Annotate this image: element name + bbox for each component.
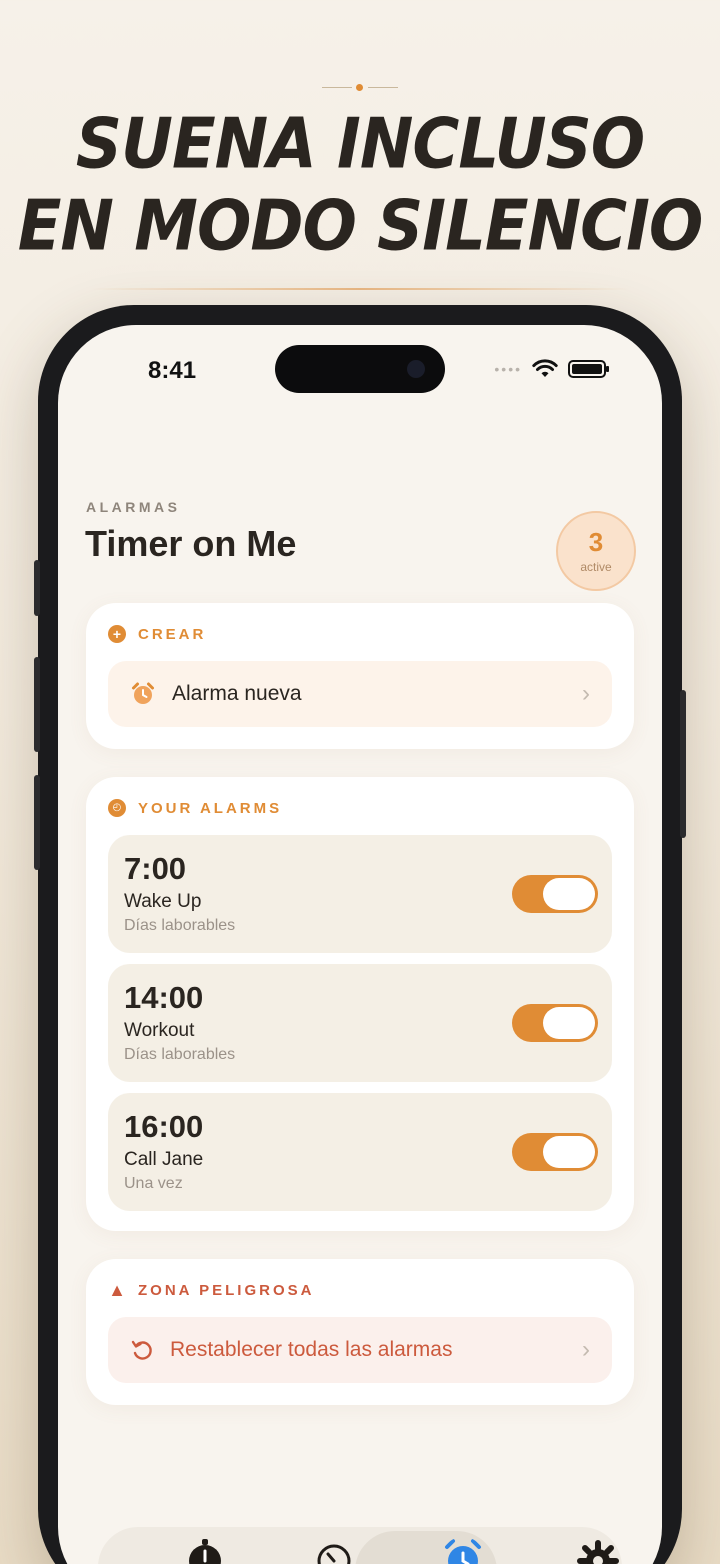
alarm-row[interactable]: 7:00 Wake Up Días laborables [108, 835, 612, 953]
battery-icon [568, 360, 609, 378]
alarm-row[interactable]: 14:00 Workout Días laborables [108, 964, 612, 1082]
alarm-name: Call Jane [124, 1149, 204, 1170]
active-label: active [580, 560, 612, 574]
reset-all-label: Restablecer todas las alarmas [170, 1338, 453, 1361]
create-card-title: CREAR [138, 625, 207, 643]
reset-arrow-icon [131, 1340, 152, 1360]
active-count: 3 [588, 527, 604, 557]
marketing-headline: SUENA INCLUSO EN MODO SILENCIO [0, 104, 720, 268]
active-alarms-badge: 3 active [556, 511, 636, 591]
alarm-toggle[interactable] [512, 1004, 598, 1042]
create-card-header: + CREAR [108, 625, 206, 643]
reset-all-alarms-button[interactable]: Restablecer todas las alarmas › [108, 1317, 612, 1383]
tab-bar [98, 1527, 622, 1564]
alarm-row[interactable]: 16:00 Call Jane Una vez [108, 1093, 612, 1211]
plus-circle-icon: + [108, 625, 126, 643]
danger-zone-card: ▲ ZONA PELIGROSA Restablecer todas las a… [86, 1259, 634, 1405]
new-alarm-button[interactable]: Alarma nueva › [108, 661, 612, 727]
headline-line-2: EN MODO SILENCIO [17, 187, 704, 267]
alarm-time: 7:00 [124, 851, 187, 886]
alarm-toggle[interactable] [512, 875, 598, 913]
headline-line-1: SUENA INCLUSO [75, 105, 645, 185]
danger-card-header: ▲ ZONA PELIGROSA [108, 1281, 314, 1299]
page-title: Timer on Me [85, 523, 297, 564]
timer-icon[interactable] [312, 1537, 356, 1564]
volume-down-button [34, 775, 40, 870]
alarm-repeat: Una vez [124, 1175, 183, 1192]
create-card: + CREAR Alarma nueva › [86, 603, 634, 749]
wifi-icon [532, 359, 558, 377]
alarms-card-title: YOUR ALARMS [138, 799, 283, 817]
chevron-right-icon: › [582, 680, 590, 707]
alarms-card-header: ◴ YOUR ALARMS [108, 799, 282, 817]
alarm-name: Workout [124, 1020, 195, 1041]
warning-triangle-icon: ▲ [108, 1280, 126, 1300]
cellular-signal-icon: •••• [494, 361, 522, 377]
alarm-time: 14:00 [124, 980, 204, 1015]
alarm-clock-icon [132, 682, 154, 704]
phone-frame: 8:41 •••• ALARMAS Timer on Me 3 active +… [34, 305, 686, 1564]
new-alarm-label: Alarma nueva [172, 682, 302, 705]
danger-card-title: ZONA PELIGROSA [138, 1281, 315, 1299]
clock-icon: ◴ [108, 799, 126, 817]
alarm-repeat: Días laborables [124, 1046, 236, 1063]
alarm-time: 16:00 [124, 1109, 204, 1144]
gear-icon[interactable] [576, 1537, 620, 1564]
side-button [680, 690, 686, 838]
alarm-repeat: Días laborables [124, 917, 236, 934]
action-button [34, 560, 40, 616]
volume-up-button [34, 657, 40, 752]
app-screen: 8:41 •••• ALARMAS Timer on Me 3 active +… [58, 325, 662, 1564]
stopwatch-icon[interactable] [183, 1537, 227, 1564]
headline-divider [90, 288, 630, 290]
chevron-right-icon: › [582, 1336, 590, 1363]
alarm-name: Wake Up [124, 891, 202, 912]
alarms-card: ◴ YOUR ALARMS 7:00 Wake Up Días laborabl… [86, 777, 634, 1231]
status-icons: •••• [494, 359, 609, 379]
headline-ornament [322, 82, 398, 94]
status-time: 8:41 [148, 357, 197, 384]
dynamic-island [275, 345, 445, 393]
section-eyebrow: ALARMAS [86, 499, 181, 515]
alarm-toggle[interactable] [512, 1133, 598, 1171]
